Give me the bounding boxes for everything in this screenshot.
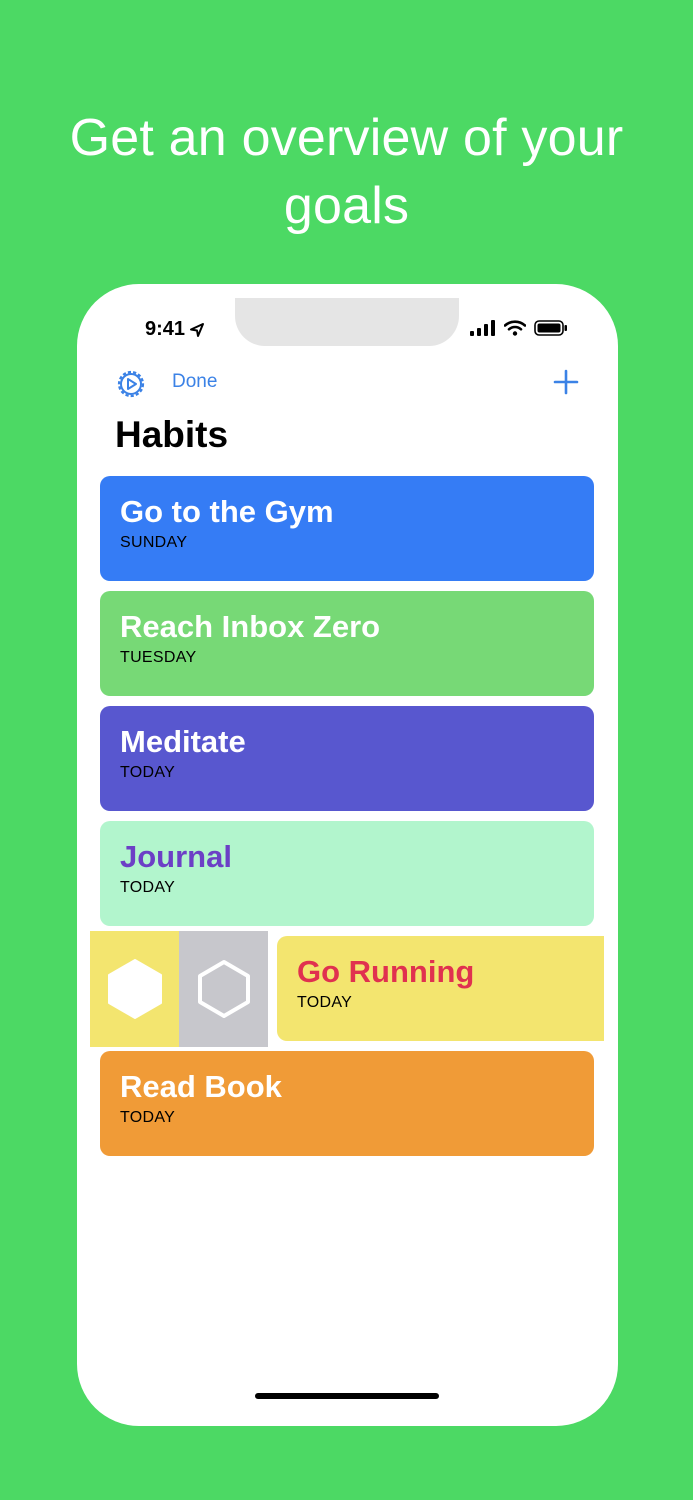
outline-hexagon-icon <box>197 960 250 1018</box>
wifi-icon <box>504 320 526 336</box>
filled-hexagon-icon <box>107 959 162 1019</box>
battery-icon <box>534 320 567 336</box>
status-bar-indicators <box>470 320 568 336</box>
habit-day: SUNDAY <box>120 534 188 551</box>
phone-frame: 9:41 Done Habits Go to the Gym SUNDAY Re… <box>77 284 618 1426</box>
habit-day: TODAY <box>120 764 176 781</box>
marketing-headline: Get an overview of your goals <box>69 109 624 235</box>
habit-card-read-book[interactable]: Read Book TODAY <box>100 1051 594 1156</box>
habit-card-gym[interactable]: Go to the Gym SUNDAY <box>100 476 594 581</box>
status-time-label: 9:41 <box>145 318 186 340</box>
skip-action-button[interactable] <box>179 931 268 1047</box>
habit-name: Journal <box>120 839 232 874</box>
habit-day: TODAY <box>120 1109 176 1126</box>
habit-card-meditate[interactable]: Meditate TODAY <box>100 706 594 811</box>
habit-card-inbox-zero[interactable]: Reach Inbox Zero TUESDAY <box>100 591 594 696</box>
status-bar-time: 9:41 <box>145 318 205 341</box>
cellular-signal-icon <box>470 320 495 336</box>
habit-day: TODAY <box>297 994 353 1011</box>
add-habit-plus-icon[interactable] <box>552 368 580 396</box>
settings-gear-icon[interactable] <box>115 368 147 400</box>
habit-name: Go to the Gym <box>120 494 334 529</box>
habit-name: Read Book <box>120 1069 282 1104</box>
habit-card-running[interactable]: Go Running TODAY <box>277 936 604 1041</box>
done-button[interactable]: Done <box>172 371 217 393</box>
location-arrow-icon <box>190 322 205 337</box>
habit-name: Meditate <box>120 724 246 759</box>
page-title: Habits <box>115 414 229 455</box>
complete-action-button[interactable] <box>90 931 179 1047</box>
habit-day: TODAY <box>120 879 176 896</box>
home-indicator <box>255 1393 439 1399</box>
phone-notch <box>235 298 459 346</box>
habit-name: Reach Inbox Zero <box>120 609 381 644</box>
habit-card-journal[interactable]: Journal TODAY <box>100 821 594 926</box>
swiped-habit-row: Go Running TODAY <box>90 931 618 1047</box>
habit-day: TUESDAY <box>120 649 197 666</box>
habit-name: Go Running <box>297 954 475 989</box>
